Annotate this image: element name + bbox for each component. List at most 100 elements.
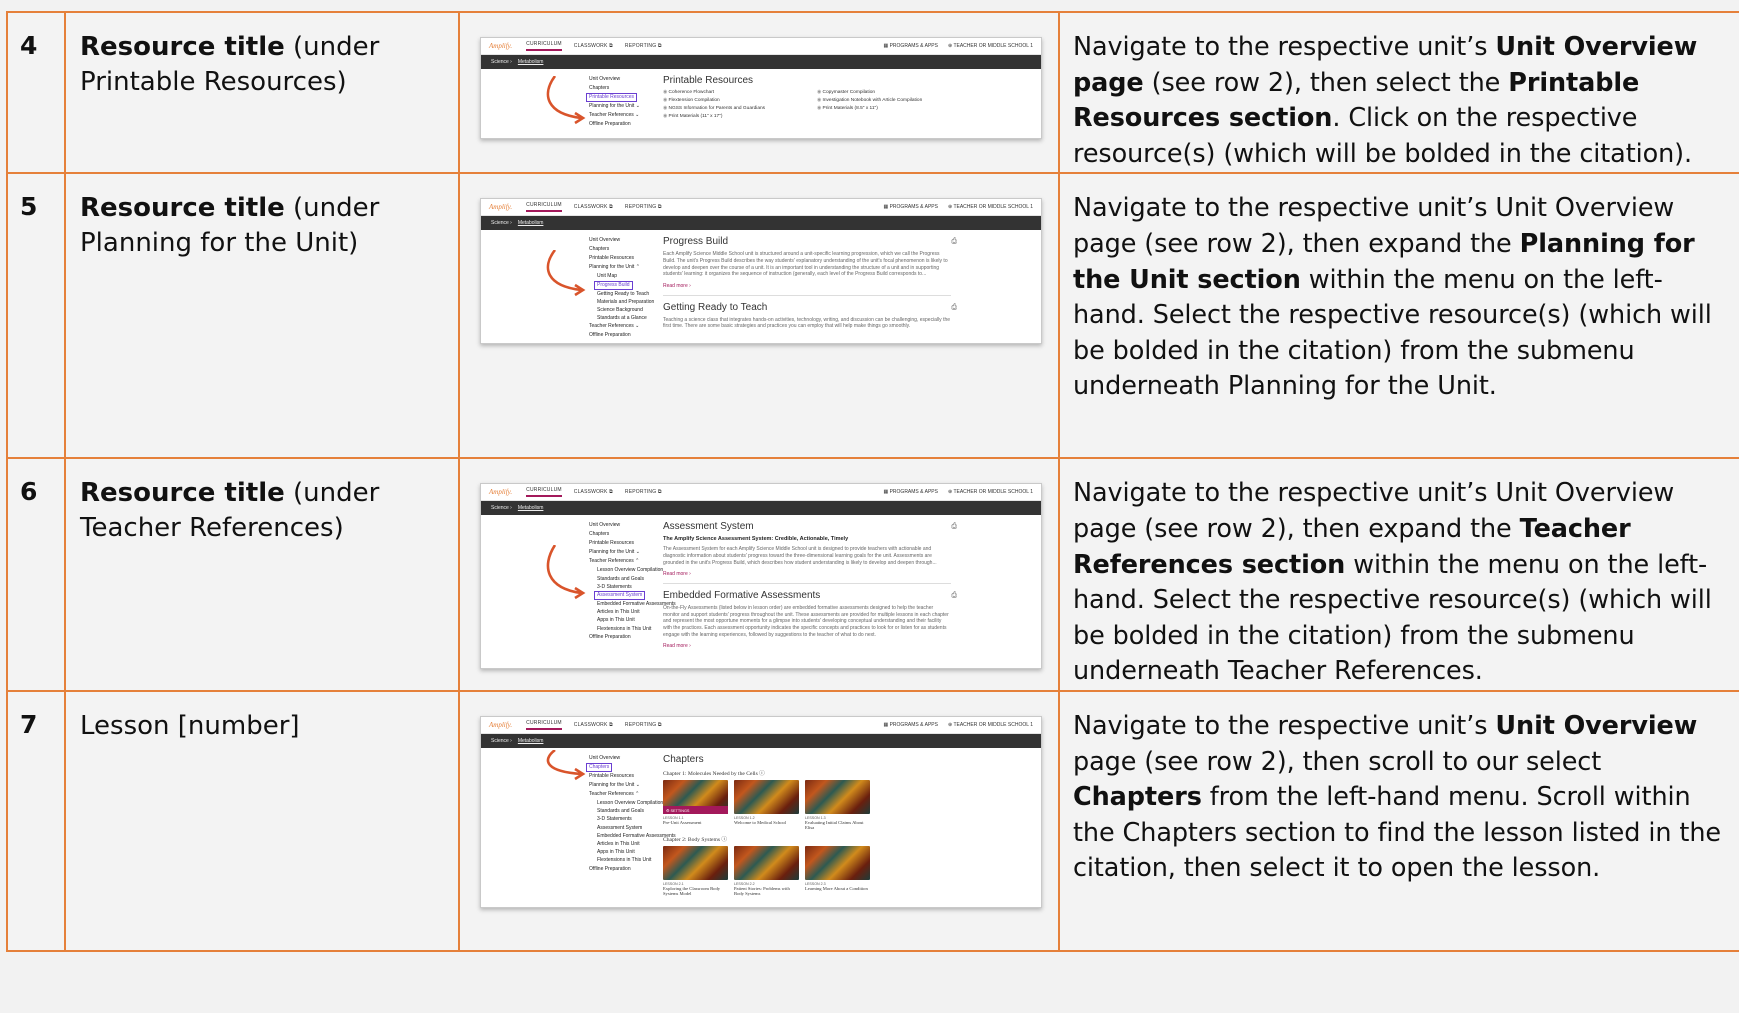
print-icon[interactable]: ⎙ (951, 238, 957, 246)
breadcrumb-root[interactable]: Science › (491, 59, 512, 65)
mini-sidebar-item[interactable]: Unit Overview (589, 75, 640, 84)
mini-sidebar-item[interactable]: Teacher References ⌄ (589, 111, 640, 120)
mini-tab[interactable]: CLASSWORK ⧉ (574, 43, 613, 49)
mini-top-link[interactable]: ⊕ TEACHER OR MIDDLE SCHOOL 1 (948, 43, 1033, 49)
mini-content: Chapters Chapter 1: Molecules Needed by t… (663, 754, 951, 899)
lesson-title[interactable]: Patient Stories: Problems with Body Syst… (734, 886, 799, 897)
mini-sidebar-item[interactable]: Chapters (589, 245, 654, 254)
mini-paragraph-2: On-the-Fly Assessments (listed below in … (663, 605, 949, 638)
settings-label[interactable]: ⚙ SETTINGS (666, 808, 689, 813)
mini-sidebar-item[interactable]: Offline Preparation (589, 120, 640, 129)
lesson-thumbnail-image[interactable]: ⚙ SETTINGS (663, 779, 728, 814)
mini-sidebar-item[interactable]: Materials and Preparation (589, 298, 654, 306)
breadcrumb-link[interactable]: Metabolism (518, 59, 544, 65)
mini-resource-item[interactable]: Copymaster Compilation (817, 90, 951, 95)
print-icon[interactable]: ⎙ (951, 523, 957, 531)
mini-sidebar-item[interactable]: Planning for the Unit ⌃ (589, 263, 654, 272)
breadcrumb-root[interactable]: Science › (491, 505, 512, 511)
mini-top-link[interactable]: ▦ PROGRAMS & APPS (883, 204, 937, 210)
lesson-thumbnail-image[interactable] (805, 845, 870, 880)
mini-top-link[interactable]: ⊕ TEACHER OR MIDDLE SCHOOL 1 (948, 489, 1033, 495)
mini-tab[interactable]: REPORTING ⧉ (625, 204, 662, 210)
breadcrumb-root[interactable]: Science › (491, 738, 512, 744)
mini-sidebar-item[interactable]: Unit Overview (589, 236, 654, 245)
mini-tab[interactable]: CURRICULUM (526, 487, 562, 498)
mini-sidebar-item-selected[interactable]: Printable Resources (586, 93, 638, 102)
mini-resource-item[interactable]: Print Materials (8.5" x 11") (817, 106, 951, 111)
breadcrumb-root[interactable]: Science › (491, 220, 512, 226)
row-number: 4 (20, 31, 38, 60)
mini-resource-item[interactable]: NGSS Information for Parents and Guardia… (663, 106, 797, 111)
mini-sidebar-item-selected[interactable]: Progress Build (594, 280, 633, 290)
navigation-bold: Unit Overview (1495, 710, 1698, 741)
mini-sidebar-item[interactable]: Progress Build (589, 280, 654, 290)
lesson-title[interactable]: Evaluating Initial Claims About Elisa (805, 820, 870, 831)
mini-sidebar-item[interactable]: Chapters (589, 84, 640, 93)
lesson-thumbnail-image[interactable] (663, 845, 728, 880)
breadcrumb-link[interactable]: Metabolism (518, 505, 544, 511)
lesson-thumbnail-image[interactable] (734, 845, 799, 880)
mini-tab[interactable]: CURRICULUM (526, 720, 562, 730)
breadcrumb-link[interactable]: Metabolism (518, 220, 544, 226)
mini-heading: Assessment System (663, 521, 754, 533)
mini-sidebar-item[interactable]: Getting Ready to Teach (589, 290, 654, 298)
read-more-link[interactable]: Read more › (663, 571, 951, 577)
mini-top-link[interactable]: ▦ PROGRAMS & APPS (883, 489, 937, 495)
mini-content: Printable ResourcesCoherence FlowchartCo… (663, 75, 951, 119)
mini-resource-item[interactable]: Print Materials (11" x 17") (663, 114, 797, 119)
mini-resource-item[interactable]: Coherence Flowchart (663, 90, 797, 95)
print-icon[interactable]: ⎙ (951, 592, 957, 600)
mini-tab[interactable]: CLASSWORK ⧉ (574, 722, 613, 728)
mini-tab[interactable]: REPORTING ⧉ (625, 43, 662, 49)
read-more-link[interactable]: Read more › (663, 283, 951, 289)
mini-heading: Progress Build (663, 236, 729, 248)
read-more-link-2[interactable]: Read more › (663, 643, 951, 649)
lesson-title[interactable]: Learning More About a Condition (805, 886, 870, 891)
lesson-title[interactable]: Welcome to Medical School (734, 820, 799, 825)
mini-resource-item[interactable]: Flextension Compilation (663, 98, 797, 103)
mini-sidebar-item[interactable]: Science Background (589, 306, 654, 314)
lesson-card[interactable]: LESSON 1.3 Evaluating Initial Claims Abou… (805, 779, 870, 831)
mini-top-link[interactable]: ⊕ TEACHER OR MIDDLE SCHOOL 1 (948, 204, 1033, 210)
mini-heading: Chapters (663, 753, 704, 765)
mini-tab[interactable]: REPORTING ⧉ (625, 722, 662, 728)
lesson-card[interactable]: LESSON 2.2 Patient Stories: Problems with… (734, 845, 799, 897)
lesson-thumbnail-image[interactable] (734, 779, 799, 814)
chapter-heading-2: Chapter 2: Body Systems ⓘ (663, 836, 728, 843)
mini-sidebar-item[interactable]: Printable Resources (586, 93, 640, 102)
print-icon[interactable]: ⎙ (951, 304, 957, 312)
mini-sidebar-item[interactable]: Planning for the Unit ⌄ (589, 102, 640, 111)
citation-text: Resource title (under Teacher References… (66, 459, 458, 546)
mini-sidebar-item-selected[interactable]: Assessment System (594, 590, 646, 600)
mini-resource-list: Coherence Flowchart Copymaster Compilatio… (663, 90, 951, 119)
lesson-card[interactable]: LESSON 1.2 Welcome to Medical School (734, 779, 799, 831)
lesson-card[interactable]: LESSON 2.3 Learning More About a Conditio… (805, 845, 870, 897)
breadcrumb-link[interactable]: Metabolism (518, 738, 544, 744)
mini-tab[interactable]: CURRICULUM (526, 202, 562, 213)
mini-sidebar-item[interactable]: Teacher References ⌄ (589, 322, 654, 331)
lesson-thumbnail-image[interactable] (805, 779, 870, 814)
lesson-card[interactable]: LESSON 2.1 Exploring the Classroom Body S… (663, 845, 728, 897)
curved-arrow-icon (546, 76, 586, 125)
mini-resource-item[interactable]: Investigation Notebook with Article Comp… (817, 98, 951, 103)
citation-guide-table: 4 Resource title (under Printable Resourc… (6, 10, 1739, 952)
mini-tab[interactable]: CURRICULUM (526, 41, 562, 51)
chapter-heading: Chapter 1: Molecules Needed by the Cells… (663, 770, 765, 777)
mini-top-link[interactable]: ⊕ TEACHER OR MIDDLE SCHOOL 1 (948, 722, 1033, 728)
mini-tab[interactable]: CLASSWORK ⧉ (574, 204, 613, 210)
mini-screenshot: Amplify. CURRICULUM CLASSWORK ⧉ REPORTING ⧉… (480, 37, 1042, 139)
lesson-title[interactable]: Exploring the Classroom Body Systems Mod… (663, 886, 728, 897)
lesson-card[interactable]: ⚙ SETTINGS LESSON 1.1 Pre-Unit Assessment (663, 779, 728, 831)
mini-top-link[interactable]: ▦ PROGRAMS & APPS (883, 722, 937, 728)
mini-sidebar-item[interactable]: Unit Map (589, 272, 654, 280)
mini-sidebar-item[interactable]: Offline Preparation (589, 331, 654, 340)
row-number-cell: 4 (6, 10, 66, 175)
mini-screenshot: Amplify. CURRICULUM CLASSWORK ⧉ REPORTING ⧉… (480, 198, 1042, 345)
mini-tab[interactable]: REPORTING ⧉ (625, 489, 662, 495)
mini-top-link[interactable]: ▦ PROGRAMS & APPS (883, 43, 937, 49)
mini-sidebar-item[interactable]: Standards at a Glance (589, 314, 654, 322)
mini-tab[interactable]: CLASSWORK ⧉ (574, 489, 613, 495)
mini-sidebar-item[interactable]: Printable Resources (589, 254, 654, 263)
mini-screenshot: Amplify. CURRICULUM CLASSWORK ⧉ REPORTING ⧉… (480, 715, 1042, 908)
lesson-title[interactable]: Pre-Unit Assessment (663, 820, 728, 825)
